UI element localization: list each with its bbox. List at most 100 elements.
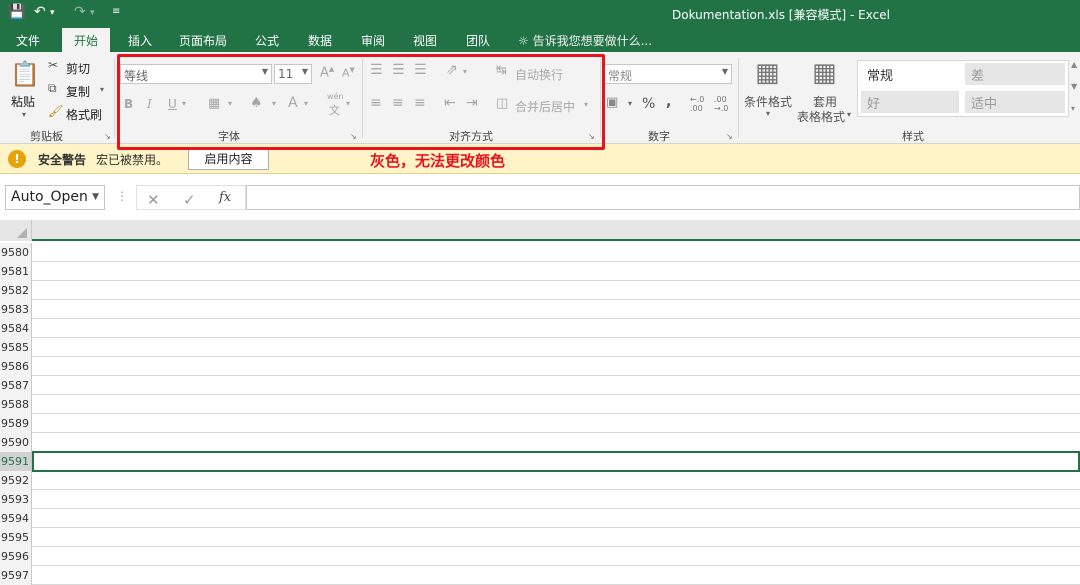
selected-cell[interactable] [32, 451, 1080, 472]
table-row[interactable]: 9581 [0, 262, 1080, 281]
formula-bar-grip-icon[interactable]: ⋮ [116, 189, 128, 203]
cancel-icon[interactable]: ✕ [147, 191, 160, 209]
table-row[interactable]: 9592 [0, 471, 1080, 490]
number-format-combo[interactable]: 常规 ▼ [604, 64, 732, 84]
currency-icon[interactable]: ▣ [606, 95, 618, 110]
style-neutral[interactable]: 适中 [965, 91, 1065, 113]
paste-dropdown-icon[interactable]: ▾ [22, 110, 26, 119]
tab-team[interactable]: 团队 [466, 32, 490, 49]
format-as-table-icon[interactable]: ▦ [812, 58, 837, 88]
table-row[interactable]: 9589 [0, 414, 1080, 433]
tab-insert[interactable]: 插入 [128, 32, 152, 49]
clipboard-group-label: 剪贴板 [30, 130, 63, 143]
cut-button[interactable]: 剪切 [66, 60, 90, 77]
security-warning-title: 安全警告 [38, 153, 87, 167]
copy-dropdown-icon[interactable]: ▾ [100, 85, 104, 94]
copy-icon[interactable]: ⧉ [48, 81, 57, 96]
tab-home[interactable]: 开始 [62, 28, 111, 52]
table-row[interactable]: 9584 [0, 319, 1080, 338]
column-header-bar [0, 220, 1080, 241]
row-number[interactable]: 9581 [0, 262, 32, 281]
conditional-dropdown-icon[interactable]: ▾ [766, 109, 770, 118]
table-row[interactable]: 9595 [0, 528, 1080, 547]
row-number[interactable]: 9583 [0, 300, 32, 319]
style-good[interactable]: 好 [861, 91, 959, 113]
row-number[interactable]: 9586 [0, 357, 32, 376]
table-row[interactable]: 9597 [0, 566, 1080, 585]
group-divider [738, 58, 739, 138]
table-row[interactable]: 9582 [0, 281, 1080, 300]
style-bad[interactable]: 差 [965, 63, 1065, 85]
comma-icon[interactable]: , [666, 94, 671, 110]
table-row[interactable]: 9593 [0, 490, 1080, 509]
row-number[interactable]: 9580 [0, 243, 32, 262]
currency-dropdown-icon[interactable]: ▾ [628, 99, 632, 108]
table-row[interactable]: 9585 [0, 338, 1080, 357]
tab-view[interactable]: 视图 [413, 32, 437, 49]
table-row[interactable]: 9591 [0, 451, 1080, 472]
select-all-button[interactable] [0, 220, 32, 241]
enable-content-button[interactable]: 启用内容 [188, 149, 269, 170]
insert-function-icon[interactable]: fx [219, 190, 231, 205]
increase-decimal-icon[interactable]: ←.0 .00 [690, 95, 710, 113]
table-row[interactable]: 9596 [0, 547, 1080, 566]
formula-input[interactable] [246, 185, 1080, 210]
number-launcher-icon[interactable]: ↘ [726, 132, 733, 141]
undo-dropdown-icon[interactable]: ▾ [50, 8, 55, 18]
row-number[interactable]: 9590 [0, 433, 32, 452]
tab-review[interactable]: 审阅 [361, 32, 385, 49]
customize-toolbar-icon[interactable]: ≡ [112, 6, 120, 17]
tab-formulas[interactable]: 公式 [255, 32, 279, 49]
conditional-formatting-icon[interactable]: ▦ [755, 58, 780, 88]
paste-icon[interactable]: 📋 [10, 60, 40, 88]
row-number[interactable]: 9593 [0, 490, 32, 509]
conditional-formatting-button[interactable]: 条件格式 [744, 93, 792, 110]
row-number[interactable]: 9589 [0, 414, 32, 433]
table-row[interactable]: 9590 [0, 433, 1080, 452]
row-number[interactable]: 9595 [0, 528, 32, 547]
save-icon[interactable]: 💾 [8, 4, 25, 20]
row-number[interactable]: 9592 [0, 471, 32, 490]
row-number[interactable]: 9591 [0, 452, 32, 471]
tab-file[interactable]: 文件 [16, 32, 40, 49]
enter-icon[interactable]: ✓ [183, 191, 196, 209]
table-row[interactable]: 9586 [0, 357, 1080, 376]
gallery-down-icon[interactable]: ▼ [1071, 82, 1077, 91]
format-table-dropdown-icon[interactable]: ▾ [847, 110, 851, 119]
format-painter-button[interactable]: 格式刷 [66, 106, 102, 123]
format-as-table-button[interactable]: 表格格式 [797, 108, 845, 125]
row-number[interactable]: 9594 [0, 509, 32, 528]
row-number[interactable]: 9597 [0, 566, 32, 585]
row-number[interactable]: 9582 [0, 281, 32, 300]
tab-page-layout[interactable]: 页面布局 [179, 32, 227, 49]
row-number[interactable]: 9587 [0, 376, 32, 395]
undo-icon[interactable]: ↶ [34, 4, 46, 20]
ribbon-tabs: 文件 开始 插入 页面布局 公式 数据 审阅 视图 团队 ☼ 告诉我您想要做什么… [0, 28, 1080, 52]
row-number[interactable]: 9596 [0, 547, 32, 566]
paste-button[interactable]: 粘贴 [11, 93, 35, 110]
percent-icon[interactable]: % [642, 96, 655, 112]
table-row[interactable]: 9580 [0, 243, 1080, 262]
format-painter-icon[interactable]: 🖌 [48, 104, 63, 118]
tell-me-search[interactable]: ☼ 告诉我您想要做什么... [518, 32, 652, 49]
row-number[interactable]: 9584 [0, 319, 32, 338]
gallery-more-icon[interactable]: ▾ [1071, 104, 1075, 113]
table-row[interactable]: 9583 [0, 300, 1080, 319]
tab-data[interactable]: 数据 [308, 32, 332, 49]
window-title: Dokumentation.xls [兼容模式] - Excel [672, 8, 890, 22]
decrease-decimal-icon[interactable]: .00 →.0 [714, 95, 734, 113]
table-row[interactable]: 9594 [0, 509, 1080, 528]
annotation-highlight-box [117, 54, 605, 150]
name-box[interactable]: Auto_Open ▼ [5, 185, 105, 210]
gallery-up-icon[interactable]: ▲ [1071, 60, 1077, 69]
chevron-down-icon[interactable]: ▼ [92, 192, 99, 202]
table-row[interactable]: 9588 [0, 395, 1080, 414]
formula-bar-buttons: ✕ ✓ fx [136, 185, 246, 210]
clipboard-launcher-icon[interactable]: ↘ [104, 132, 111, 141]
style-normal[interactable]: 常规 [861, 63, 959, 85]
table-row[interactable]: 9587 [0, 376, 1080, 395]
copy-button[interactable]: 复制 [66, 83, 90, 100]
row-number[interactable]: 9585 [0, 338, 32, 357]
row-number[interactable]: 9588 [0, 395, 32, 414]
cut-icon[interactable]: ✂ [48, 58, 58, 72]
